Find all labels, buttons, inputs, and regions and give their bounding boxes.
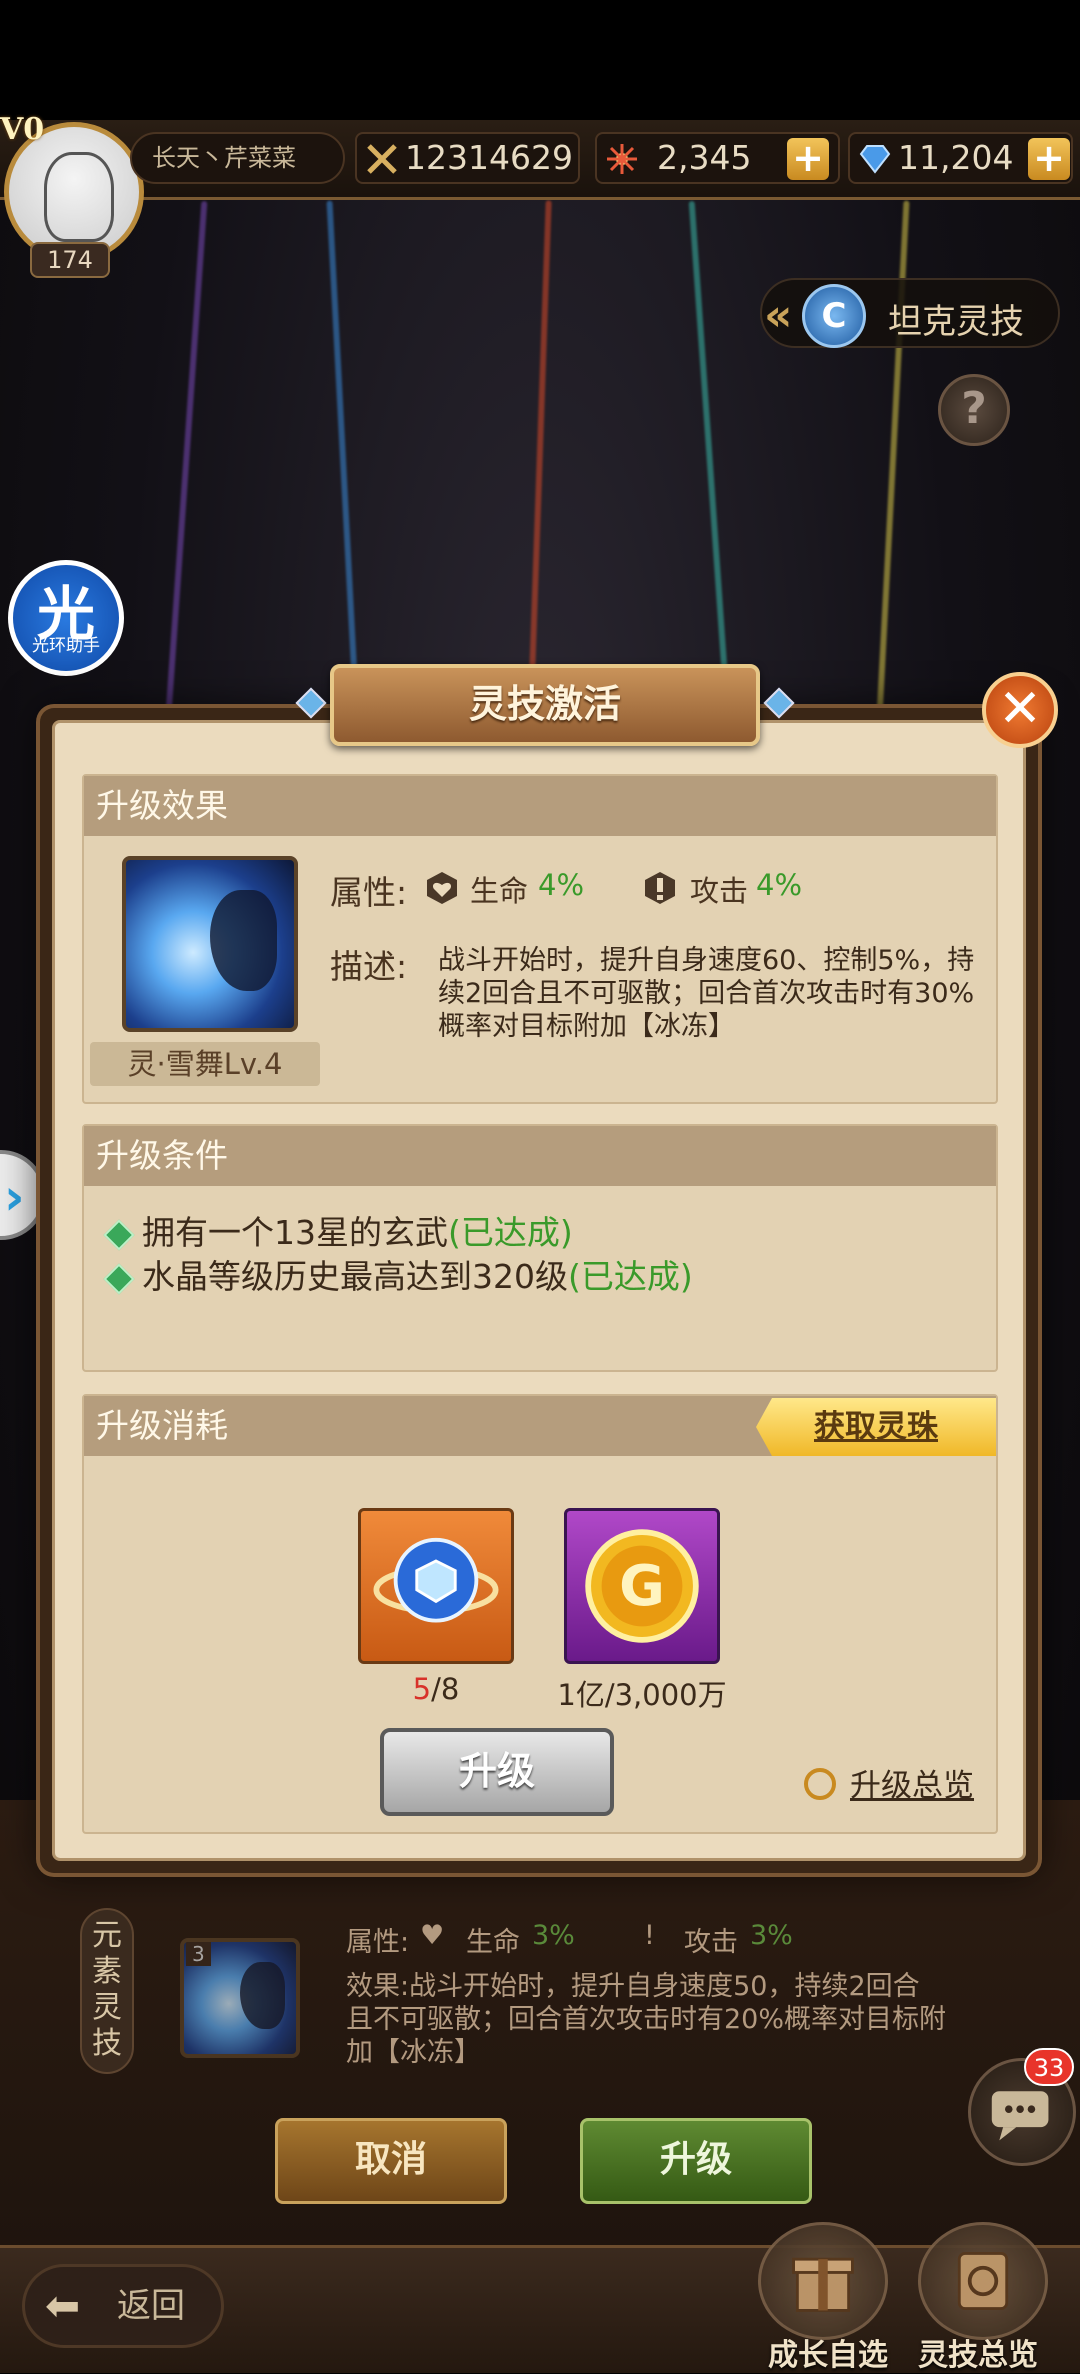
skill-description: 战斗开始时，提升自身速度60、控制5%，持续2回合且不可驱散；回合首次攻击时有3… (438, 945, 975, 1042)
get-spirit-orb-button[interactable]: 获取灵珠 (756, 1398, 996, 1456)
player-name[interactable]: 长天丶芹菜菜 (130, 132, 345, 184)
gold-coin-icon: G (585, 1529, 699, 1643)
gold-item[interactable]: G (564, 1508, 720, 1664)
element-skill-tab[interactable]: 元素灵技 (80, 1908, 134, 2074)
arrow-left-icon: ⬅ (45, 2281, 81, 2330)
dialog-upgrade-button[interactable]: 升级 (380, 1728, 614, 1816)
skill-icon[interactable] (122, 856, 298, 1032)
growth-select-button[interactable] (758, 2222, 888, 2340)
spirit-orb-need: /8 (431, 1672, 460, 1706)
condition-item: 拥有一个13星的玄武(已达成) (103, 1206, 573, 1254)
back-label: 返回 (117, 2286, 185, 2326)
assistant-label: 光环助手 (32, 636, 100, 656)
lower-hp-label: 生命 (466, 1927, 520, 1958)
attack-shield-icon (645, 872, 675, 904)
hp-value: 4% (538, 868, 585, 902)
condition-status: (已达成) (448, 1213, 573, 1252)
condition-item: 水晶等级历史最高达到320级(已达成) (103, 1250, 693, 1298)
svg-text:G: G (619, 1554, 665, 1619)
combat-power-value: 12314629 (405, 138, 573, 177)
back-button[interactable]: ⬅ 返回 (22, 2264, 224, 2348)
lower-attr-label: 属性: (346, 1927, 410, 1958)
skill-name: 灵·雪舞Lv.4 (90, 1042, 320, 1086)
diamond-value: 11,204 (898, 138, 1014, 177)
upgrade-conditions-heading: 升级条件 (84, 1126, 996, 1186)
skill-overview-button[interactable] (918, 2222, 1048, 2340)
add-currency1-button[interactable]: + (787, 138, 829, 180)
hp-label: 生命 (470, 874, 529, 908)
scroll-book-icon (957, 2252, 1009, 2310)
green-gem-icon (103, 1218, 135, 1251)
heart-icon: ♥ (420, 1920, 445, 1951)
upgrade-conditions-section: 升级条件 拥有一个13星的玄武(已达成) 水晶等级历史最高达到320级(已达成) (82, 1124, 998, 1372)
add-diamond-button[interactable]: + (1028, 138, 1070, 180)
attr-label: 属性: (330, 873, 408, 912)
spirit-orb-icon (373, 1537, 499, 1623)
diamond-box: 11,204 + (848, 132, 1073, 184)
crossed-swords-icon (367, 144, 397, 174)
desc-label: 描述: (330, 947, 408, 986)
gold-count: 1亿/3,000万 (557, 1678, 727, 1712)
gift-box-icon (792, 2257, 854, 2312)
cancel-button[interactable]: 取消 (275, 2118, 507, 2204)
lower-attack-label: 攻击 (684, 1927, 738, 1958)
vip-level: V0 (0, 112, 45, 147)
chevron-left-icon: « (764, 290, 793, 341)
spirit-orb-have: 5 (412, 1672, 432, 1706)
spark-crystal-icon (607, 144, 637, 174)
growth-select-label: 成长自选 (768, 2338, 888, 2373)
help-button[interactable]: ? (938, 374, 1010, 446)
magnifier-icon (804, 1768, 836, 1800)
chat-unread-badge: 33 (1024, 2048, 1074, 2086)
assistant-float-button[interactable]: 光 光环助手 (8, 560, 124, 676)
tank-class-icon: C (802, 284, 866, 348)
dialog-title: 灵技激活 (330, 664, 760, 746)
lower-hp-value: 3% (532, 1920, 575, 1951)
upgrade-overview-link[interactable]: 升级总览 (850, 1760, 974, 1805)
tank-skill-tab[interactable]: « C 坦克灵技 (760, 278, 1060, 348)
skill-overview-label: 灵技总览 (918, 2338, 1038, 2373)
diamond-icon (859, 145, 891, 174)
hp-shield-icon (427, 872, 457, 904)
skill-level-tag: 3 (186, 1942, 211, 1966)
spirit-orb-item[interactable] (358, 1508, 514, 1664)
close-button[interactable]: ✕ (982, 672, 1058, 748)
condition-status: (已达成) (568, 1257, 693, 1296)
attack-value: 4% (756, 868, 803, 902)
lower-skill-description: 效果:战斗开始时，提升自身速度50，持续2回合且不可驱散；回合首次攻击时有20%… (346, 1971, 947, 2068)
dragon-silhouette (240, 1962, 285, 2030)
attack-label: 攻击 (690, 874, 749, 908)
arrow-right-icon: › (4, 1168, 25, 1226)
condition-text: 拥有一个13星的玄武 (142, 1213, 448, 1252)
currency1-box: 2,345 + (595, 132, 840, 184)
upgrade-button[interactable]: 升级 (580, 2118, 812, 2204)
spirit-orb-count: 5/8 (336, 1672, 536, 1706)
avatar-portrait (44, 152, 114, 242)
exclamation-icon: ! (644, 1920, 655, 1951)
player-avatar-frame[interactable]: V0 174 (0, 112, 150, 282)
player-level-badge: 174 (30, 242, 110, 278)
dragon-silhouette (210, 890, 278, 992)
upgrade-effect-heading: 升级效果 (84, 776, 996, 836)
green-gem-icon (103, 1262, 135, 1295)
upgrade-effect-section: 升级效果 灵·雪舞Lv.4 属性: 生命 4% 攻击 4% 描述: 战斗开始时，… (82, 774, 998, 1104)
current-skill-icon[interactable]: 3 (180, 1938, 300, 2058)
currency1-value: 2,345 (657, 138, 752, 177)
lower-attack-value: 3% (750, 1920, 793, 1951)
combat-power-box: 12314629 (355, 132, 580, 184)
tank-skill-label: 坦克灵技 (888, 302, 1024, 342)
condition-text: 水晶等级历史最高达到320级 (142, 1257, 568, 1296)
